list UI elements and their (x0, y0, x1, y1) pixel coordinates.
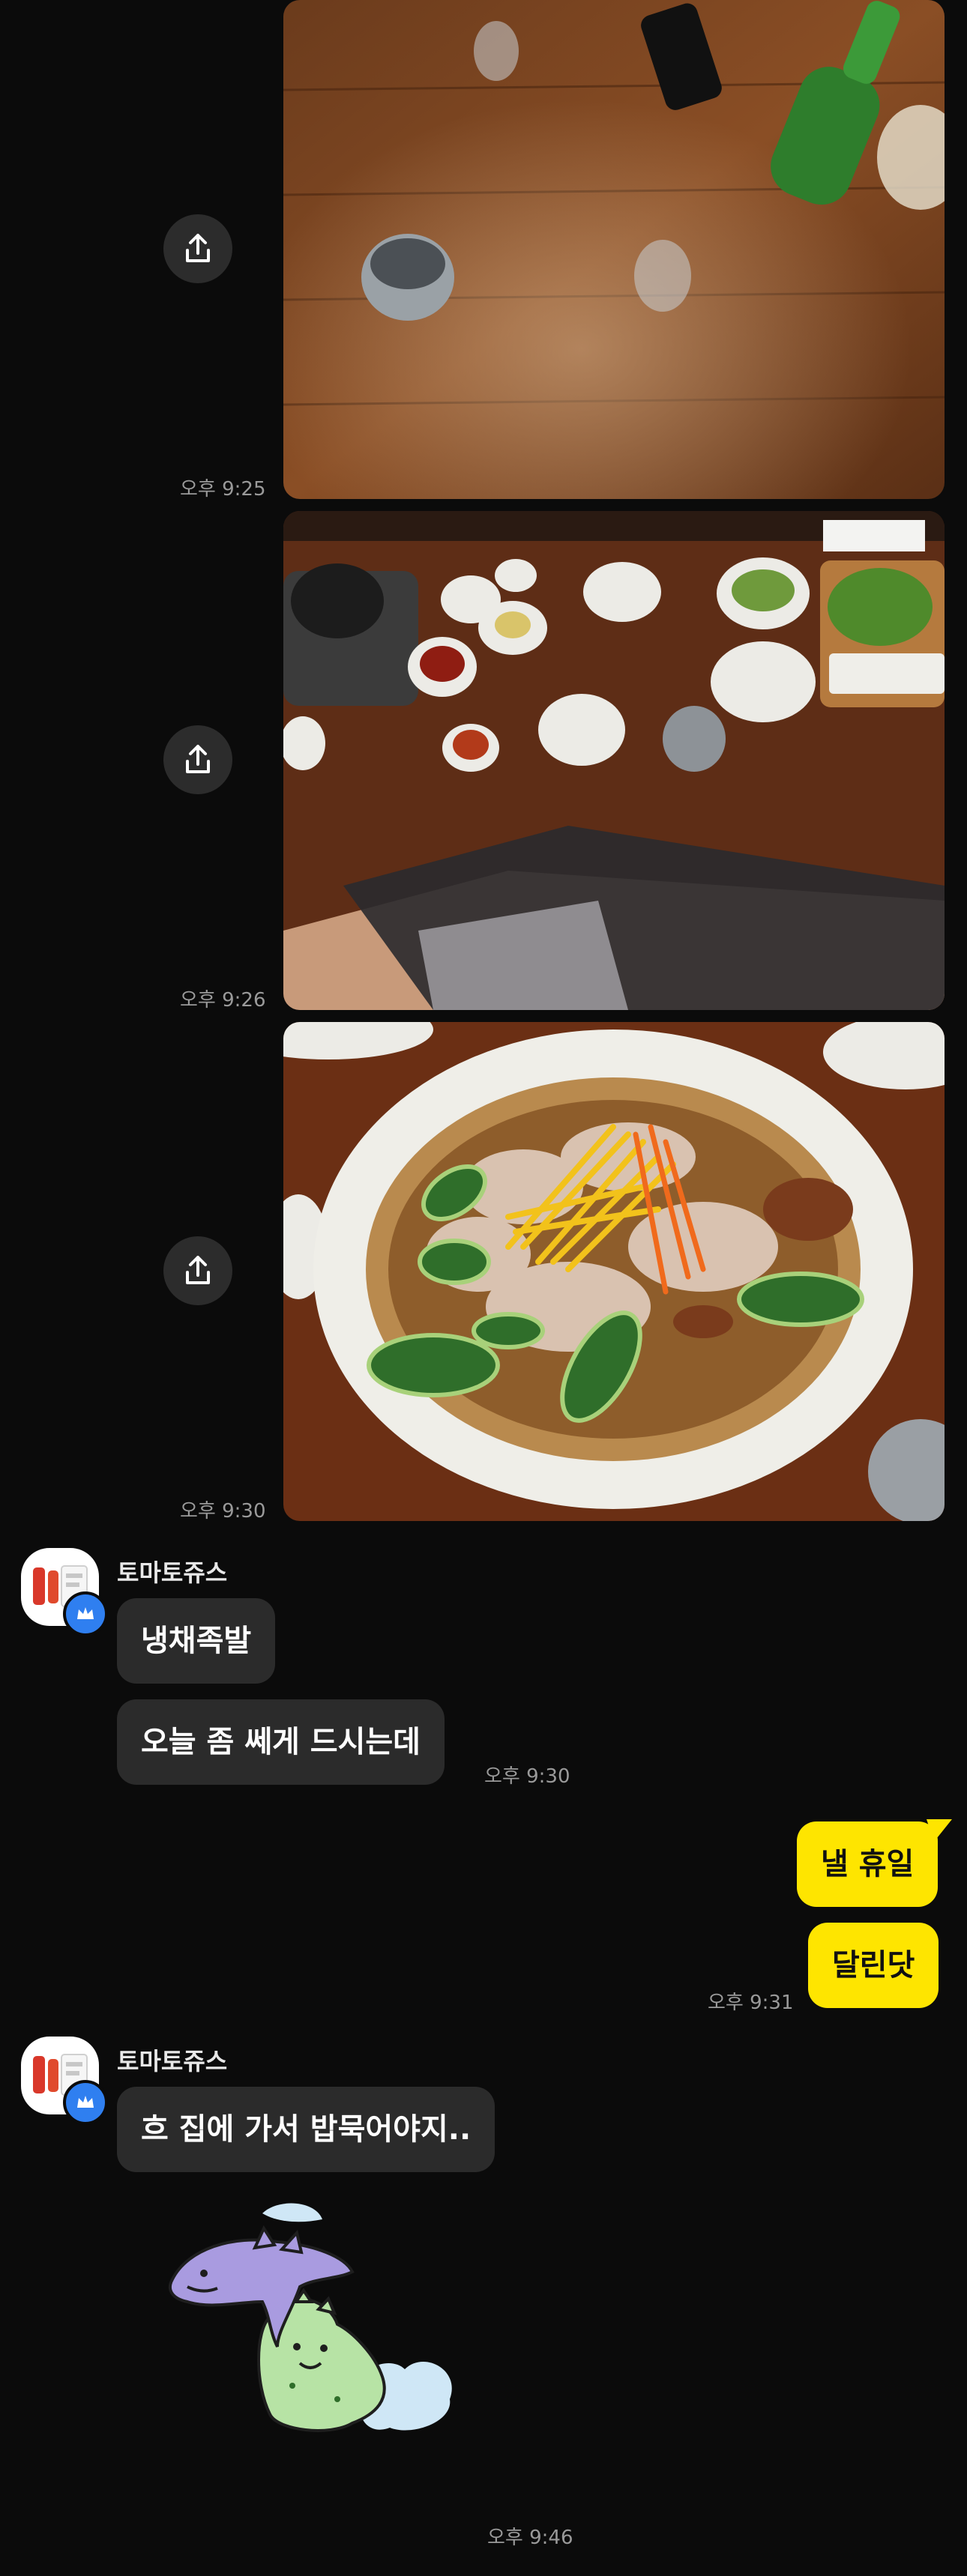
share-button[interactable] (163, 1236, 232, 1305)
message-timestamp: 오후 9:30 (484, 1765, 570, 1788)
crown-icon (77, 1607, 94, 1619)
message-timestamp: 오후 9:25 (180, 478, 266, 501)
message-bubble[interactable]: 냉채족발 (117, 1598, 276, 1684)
share-button[interactable] (163, 725, 232, 794)
message-bubble[interactable]: 달린닷 (808, 1923, 939, 2008)
share-upload-icon (186, 1256, 210, 1284)
sender-name: 토마토쥬스 (117, 1558, 228, 1587)
photo-image (283, 511, 945, 1010)
avatar[interactable] (21, 1548, 108, 1636)
photo-table-drinks[interactable] (283, 0, 945, 499)
dinosaur-sticker[interactable] (165, 2189, 465, 2444)
message-timestamp: 오후 9:31 (708, 1992, 794, 2014)
crown-badge (63, 2080, 108, 2125)
message-bubble[interactable]: 낼 휴일 (797, 1821, 939, 1907)
message-timestamp: 오후 9:26 (180, 989, 266, 1012)
share-button[interactable] (163, 214, 232, 283)
share-upload-icon (186, 234, 210, 262)
photo-cold-jokbal[interactable] (283, 1022, 945, 1521)
crown-icon (77, 2096, 94, 2108)
message-bubble[interactable]: 오늘 좀 쎄게 드시는데 (117, 1699, 445, 1785)
crown-badge (63, 1591, 108, 1636)
avatar[interactable] (21, 2037, 108, 2125)
photo-image (283, 1022, 945, 1521)
message-timestamp: 오후 9:30 (180, 1500, 266, 1523)
share-upload-icon (186, 745, 210, 773)
photo-image (283, 0, 945, 499)
message-bubble[interactable]: 흐 집에 가서 밥묵어야지.. (117, 2087, 495, 2172)
photo-table-side-dishes[interactable] (283, 511, 945, 1010)
dinosaur-sticker-image (168, 2203, 452, 2432)
message-timestamp: 오후 9:46 (487, 2527, 573, 2549)
sender-name: 토마토쥬스 (117, 2047, 228, 2075)
bubble-tail (927, 1819, 952, 1842)
